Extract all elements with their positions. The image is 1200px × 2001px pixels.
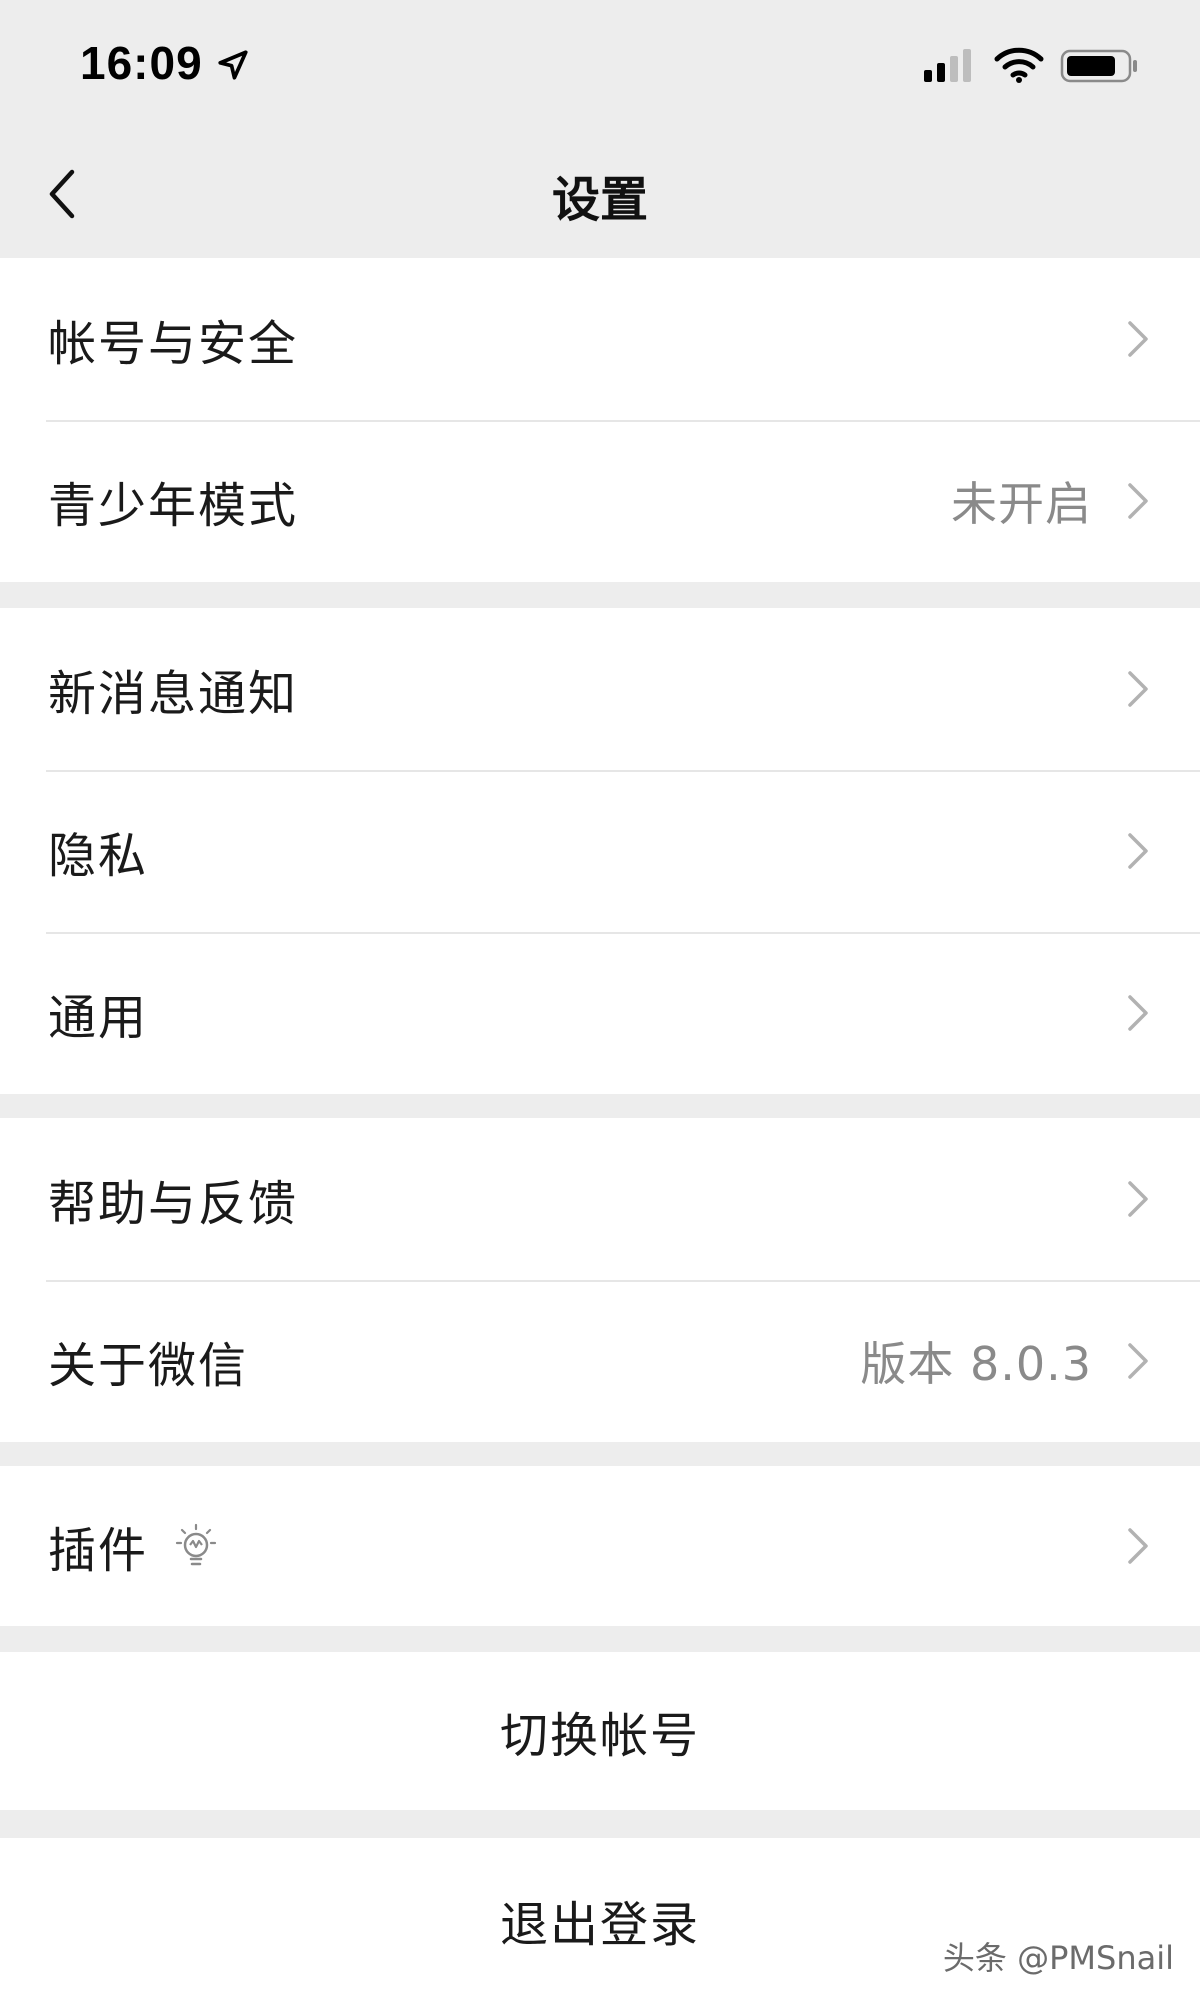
switch-account-group: 切换帐号 <box>0 1652 1200 1810</box>
chevron-right-icon <box>1128 671 1148 707</box>
general-label: 通用 <box>48 990 149 1046</box>
signal-icon <box>924 49 971 82</box>
general-row[interactable]: 通用 <box>0 932 1200 1094</box>
about-wechat-row[interactable]: 关于微信 版本 8.0.3 <box>0 1280 1200 1442</box>
teen-mode-label: 青少年模式 <box>48 478 299 534</box>
plugins-group: 插件 <box>0 1466 1200 1626</box>
nav-bar: 设置 <box>0 130 1200 258</box>
notifications-row[interactable]: 新消息通知 <box>0 608 1200 770</box>
help-feedback-label: 帮助与反馈 <box>48 1176 299 1232</box>
account-security-label: 帐号与安全 <box>48 316 299 372</box>
account-security-row[interactable]: 帐号与安全 <box>0 258 1200 420</box>
lightbulb-icon <box>175 1523 217 1566</box>
switch-account-button[interactable]: 切换帐号 <box>0 1652 1200 1810</box>
chevron-right-icon <box>1128 995 1148 1031</box>
account-group: 帐号与安全 青少年模式 未开启 <box>0 258 1200 582</box>
status-time: 16:09 <box>80 37 203 89</box>
page-title: 设置 <box>551 172 648 228</box>
wifi-icon <box>994 47 1044 83</box>
privacy-row[interactable]: 隐私 <box>0 770 1200 932</box>
preferences-group: 新消息通知 隐私 通用 <box>0 608 1200 1094</box>
plugins-row[interactable]: 插件 <box>0 1466 1200 1626</box>
chevron-right-icon <box>1128 1181 1148 1217</box>
help-feedback-row[interactable]: 帮助与反馈 <box>0 1118 1200 1280</box>
switch-account-label: 切换帐号 <box>499 1708 700 1764</box>
teen-mode-status: 未开启 <box>951 477 1092 531</box>
location-arrow-icon <box>218 50 248 80</box>
status-bar: 16:09 <box>0 0 1200 130</box>
about-wechat-label: 关于微信 <box>48 1338 249 1394</box>
chevron-right-icon <box>1128 321 1148 357</box>
about-group: 帮助与反馈 关于微信 版本 8.0.3 <box>0 1118 1200 1442</box>
chevron-right-icon <box>1128 483 1148 519</box>
chevron-right-icon <box>1128 833 1148 869</box>
battery-icon <box>1060 49 1137 83</box>
chevron-right-icon <box>1128 1528 1148 1564</box>
chevron-right-icon <box>1128 1343 1148 1379</box>
privacy-label: 隐私 <box>48 828 149 884</box>
notifications-label: 新消息通知 <box>48 666 299 722</box>
teen-mode-row[interactable]: 青少年模式 未开启 <box>0 420 1200 582</box>
watermark: 头条 @PMSnail <box>942 1939 1174 1977</box>
version-value: 版本 8.0.3 <box>860 1337 1092 1391</box>
plugins-label: 插件 <box>48 1523 149 1579</box>
